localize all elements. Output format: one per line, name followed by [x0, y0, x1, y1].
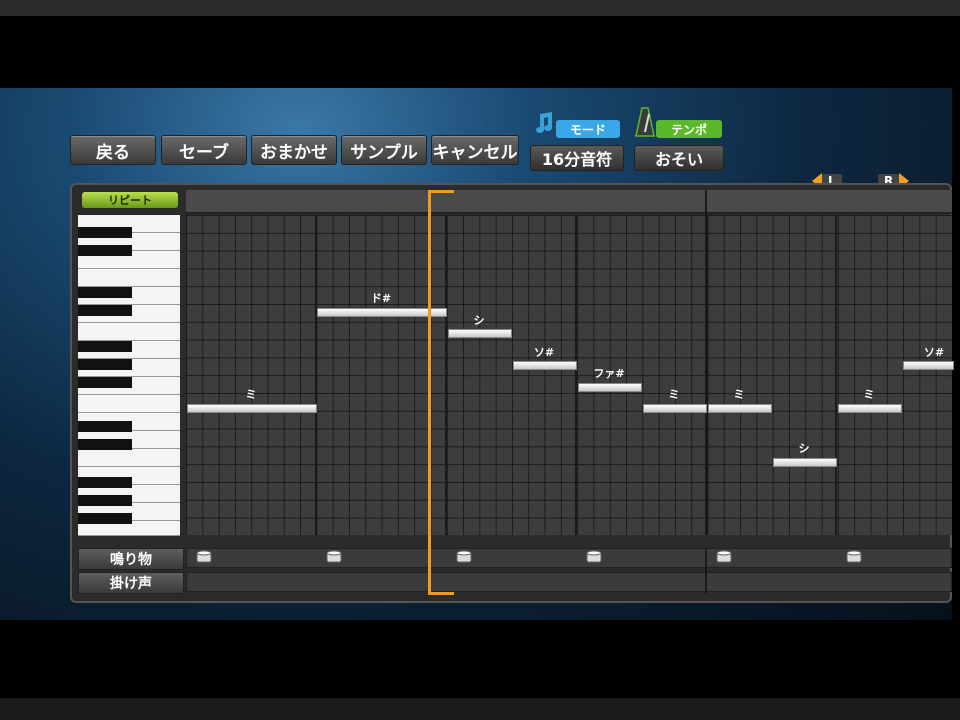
drum-icon[interactable] [586, 550, 602, 564]
drum-icon[interactable] [846, 550, 862, 564]
percussion-lane[interactable] [186, 548, 952, 568]
black-key[interactable] [78, 305, 132, 316]
white-key[interactable] [78, 269, 180, 287]
screen: 戻る セーブ おまかせ サンプル キャンセル モード 16分音符 テンポ おそい… [0, 0, 960, 720]
black-key[interactable] [78, 287, 132, 298]
black-key[interactable] [78, 227, 132, 238]
white-key[interactable] [78, 449, 180, 467]
shout-lane[interactable] [186, 572, 952, 592]
beat-line [315, 215, 317, 535]
black-key[interactable] [78, 495, 132, 506]
percussion-lane-label: 鳴り物 [78, 548, 184, 570]
playhead-top-cap [428, 190, 454, 193]
note-label: ソ# [533, 346, 555, 359]
playhead[interactable] [428, 190, 431, 595]
note-label: ファ# [593, 367, 625, 380]
header-bar-divider [705, 190, 707, 215]
note-bar[interactable] [513, 361, 577, 370]
black-key[interactable] [78, 341, 132, 352]
note-label: ミ [668, 388, 680, 401]
bar-line [705, 215, 708, 535]
mode-selector[interactable]: 16分音符 [530, 145, 624, 171]
playhead-bottom-cap [428, 592, 454, 595]
note-label: ミ [733, 388, 745, 401]
piano-keyboard[interactable] [78, 215, 180, 536]
note-label: ソ# [923, 346, 945, 359]
black-key[interactable] [78, 377, 132, 388]
metronome-icon [635, 107, 655, 137]
black-key[interactable] [78, 245, 132, 256]
black-key[interactable] [78, 439, 132, 450]
black-key[interactable] [78, 421, 132, 432]
beat-line [835, 215, 837, 535]
beat-line [445, 215, 447, 535]
drum-icon[interactable] [196, 550, 212, 564]
back-button[interactable]: 戻る [70, 135, 156, 165]
top-bar [0, 0, 960, 16]
note-bar[interactable] [773, 458, 837, 467]
note-icon [536, 112, 552, 133]
save-button[interactable]: セーブ [161, 135, 247, 165]
drum-icon[interactable] [326, 550, 342, 564]
white-key[interactable] [78, 395, 180, 413]
lane-bar-divider [705, 548, 707, 594]
note-label: ミ [245, 388, 257, 401]
note-label: ド# [370, 292, 392, 305]
note-label: ミ [863, 388, 875, 401]
note-bar[interactable] [643, 404, 707, 413]
note-bar[interactable] [838, 404, 902, 413]
mode-tag: モード [556, 120, 620, 138]
note-bar[interactable] [187, 404, 317, 413]
note-bar[interactable] [578, 383, 642, 392]
timeline-header[interactable] [186, 190, 952, 214]
white-key[interactable] [78, 323, 180, 341]
shout-lane-label: 掛け声 [78, 572, 184, 594]
tempo-selector[interactable]: おそい [634, 145, 724, 171]
bottom-bar [0, 698, 960, 720]
note-label: シ [798, 442, 810, 455]
tempo-tag: テンポ [656, 120, 722, 138]
drum-icon[interactable] [716, 550, 732, 564]
black-key[interactable] [78, 477, 132, 488]
repeat-button[interactable]: リピート [82, 192, 178, 208]
cancel-button[interactable]: キャンセル [431, 135, 519, 165]
sample-button[interactable]: サンプル [341, 135, 427, 165]
note-bar[interactable] [903, 361, 954, 370]
black-key[interactable] [78, 359, 132, 370]
auto-button[interactable]: おまかせ [251, 135, 337, 165]
note-bar[interactable] [448, 329, 512, 338]
drum-icon[interactable] [456, 550, 472, 564]
note-label: シ [473, 314, 485, 327]
note-bar[interactable] [708, 404, 772, 413]
black-key[interactable] [78, 513, 132, 524]
note-grid[interactable] [186, 215, 952, 535]
